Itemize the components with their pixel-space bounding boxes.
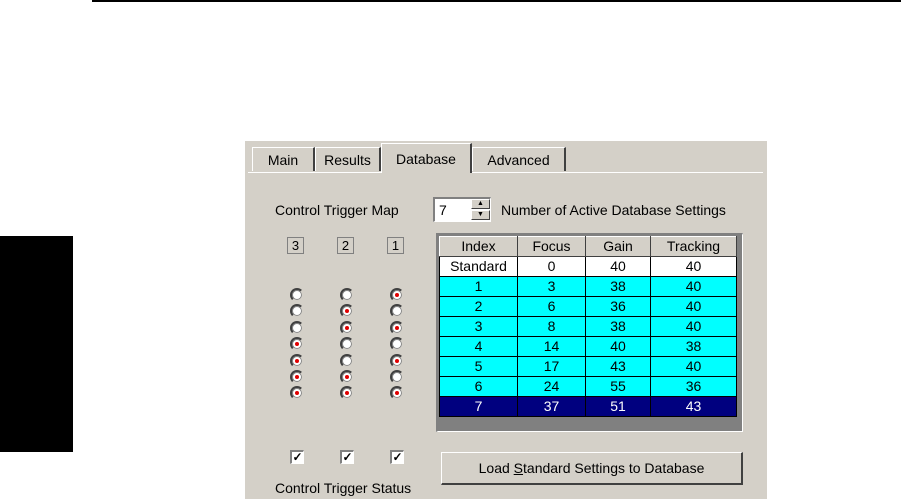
radio-row-1-bit-1[interactable] xyxy=(390,288,404,302)
table-row[interactable]: 4 14 40 38 xyxy=(439,336,737,357)
status-checkbox-bit-1[interactable]: ✓ xyxy=(390,450,404,464)
bit-label-2: 2 xyxy=(337,237,354,254)
column-header-index[interactable]: Index xyxy=(439,236,518,257)
cell-gain[interactable]: 40 xyxy=(585,336,651,357)
table-row[interactable]: 6 24 55 36 xyxy=(439,376,737,397)
cell-tracking[interactable]: 36 xyxy=(650,376,737,397)
load-button-accelerator: S xyxy=(513,460,524,476)
column-header-focus[interactable]: Focus xyxy=(517,236,586,257)
database-settings-dialog: Main Results Database Advanced Control T… xyxy=(245,141,767,499)
radio-row-1-bit-3[interactable] xyxy=(290,288,304,302)
cell-gain[interactable]: 55 xyxy=(585,376,651,397)
spin-down-button[interactable]: ▼ xyxy=(471,210,490,220)
cell-index[interactable]: 5 xyxy=(439,356,518,377)
tab-bar: Main Results Database Advanced xyxy=(245,141,767,173)
database-settings-table: Index Focus Gain Tracking Standard 0 40 40 1… xyxy=(436,233,743,432)
radio-row-5-bit-3[interactable] xyxy=(290,353,304,368)
table-row[interactable]: Standard 0 40 40 xyxy=(439,256,737,277)
table-row[interactable]: 7 37 51 43 xyxy=(439,396,737,417)
radio-row-7-bit-2[interactable] xyxy=(340,386,354,401)
radio-column-bit-2 xyxy=(340,288,356,403)
cell-gain[interactable]: 43 xyxy=(585,356,651,377)
page-top-rule xyxy=(92,0,901,2)
cell-index[interactable]: 7 xyxy=(439,396,518,417)
cell-index[interactable]: 6 xyxy=(439,376,518,397)
radio-row-7-bit-3[interactable] xyxy=(290,386,304,401)
cell-index[interactable]: 4 xyxy=(439,336,518,357)
tab-panel-edge xyxy=(248,172,763,173)
load-standard-settings-button[interactable]: Load Standard Settings to Database xyxy=(441,452,743,485)
load-button-label-post: tandard Settings to Database xyxy=(523,460,705,476)
radio-row-2-bit-2[interactable] xyxy=(340,304,354,319)
bit-label-1: 1 xyxy=(387,237,404,254)
cell-focus[interactable]: 17 xyxy=(517,356,586,377)
cell-tracking[interactable]: 40 xyxy=(650,356,737,377)
radio-row-3-bit-3[interactable] xyxy=(290,320,304,335)
radio-row-4-bit-1[interactable] xyxy=(390,337,404,352)
radio-row-7-bit-1[interactable] xyxy=(390,386,404,401)
tab-database[interactable]: Database xyxy=(381,143,472,173)
cell-tracking[interactable]: 40 xyxy=(650,296,737,317)
cell-focus[interactable]: 3 xyxy=(517,276,586,297)
table-row[interactable]: 3 8 38 40 xyxy=(439,316,737,337)
cell-gain[interactable]: 36 xyxy=(585,296,651,317)
radio-row-4-bit-3[interactable] xyxy=(290,337,304,352)
cell-focus[interactable]: 8 xyxy=(517,316,586,337)
cell-focus[interactable]: 37 xyxy=(517,396,586,417)
radio-row-1-bit-2[interactable] xyxy=(340,288,354,302)
radio-row-4-bit-2[interactable] xyxy=(340,337,354,352)
cell-gain[interactable]: 40 xyxy=(585,256,651,277)
tab-advanced[interactable]: Advanced xyxy=(472,147,566,171)
active-settings-spinner[interactable]: 7 ▲ ▼ xyxy=(433,197,491,222)
cell-tracking[interactable]: 40 xyxy=(650,256,737,277)
cell-focus[interactable]: 14 xyxy=(517,336,586,357)
active-settings-value[interactable]: 7 xyxy=(439,202,447,218)
radio-row-6-bit-3[interactable] xyxy=(290,369,304,384)
bit-label-3: 3 xyxy=(287,237,304,254)
table-row[interactable]: 5 17 43 40 xyxy=(439,356,737,377)
radio-row-3-bit-1[interactable] xyxy=(390,320,404,335)
radio-row-5-bit-1[interactable] xyxy=(390,353,404,368)
active-settings-label: Number of Active Database Settings xyxy=(501,202,726,218)
cell-gain[interactable]: 38 xyxy=(585,276,651,297)
cell-tracking[interactable]: 43 xyxy=(650,396,737,417)
cell-gain[interactable]: 38 xyxy=(585,316,651,337)
radio-column-bit-1 xyxy=(390,288,406,403)
radio-row-5-bit-2[interactable] xyxy=(340,353,354,368)
load-button-label-pre: Load xyxy=(478,460,514,476)
cell-tracking[interactable]: 40 xyxy=(650,316,737,337)
cell-index[interactable]: 1 xyxy=(439,276,518,297)
tab-main[interactable]: Main xyxy=(252,147,315,171)
status-checkbox-bit-2[interactable]: ✓ xyxy=(340,450,354,464)
cell-focus[interactable]: 24 xyxy=(517,376,586,397)
radio-row-6-bit-2[interactable] xyxy=(340,369,354,384)
cell-tracking[interactable]: 40 xyxy=(650,276,737,297)
cell-gain[interactable]: 51 xyxy=(585,396,651,417)
cell-index[interactable]: 3 xyxy=(439,316,518,337)
spin-up-button[interactable]: ▲ xyxy=(471,199,490,209)
radio-row-3-bit-2[interactable] xyxy=(340,320,354,335)
column-header-tracking[interactable]: Tracking xyxy=(650,236,737,257)
control-trigger-map-label: Control Trigger Map xyxy=(275,202,399,218)
cell-tracking[interactable]: 38 xyxy=(650,336,737,357)
column-header-gain[interactable]: Gain xyxy=(585,236,651,257)
radio-column-bit-3 xyxy=(290,288,306,403)
radio-row-6-bit-1[interactable] xyxy=(390,369,404,384)
cell-focus[interactable]: 0 xyxy=(517,256,586,277)
table-row[interactable]: 1 3 38 40 xyxy=(439,276,737,297)
control-trigger-status-label: Control Trigger Status xyxy=(275,480,412,496)
tab-results[interactable]: Results xyxy=(315,147,381,171)
radio-row-2-bit-3[interactable] xyxy=(290,304,304,319)
status-checkbox-bit-3[interactable]: ✓ xyxy=(290,450,304,464)
table-row[interactable]: 2 6 36 40 xyxy=(439,296,737,317)
cell-index[interactable]: 2 xyxy=(439,296,518,317)
radio-row-2-bit-1[interactable] xyxy=(390,304,404,319)
cell-index[interactable]: Standard xyxy=(439,256,518,277)
page-side-tab-block xyxy=(0,236,73,452)
cell-focus[interactable]: 6 xyxy=(517,296,586,317)
